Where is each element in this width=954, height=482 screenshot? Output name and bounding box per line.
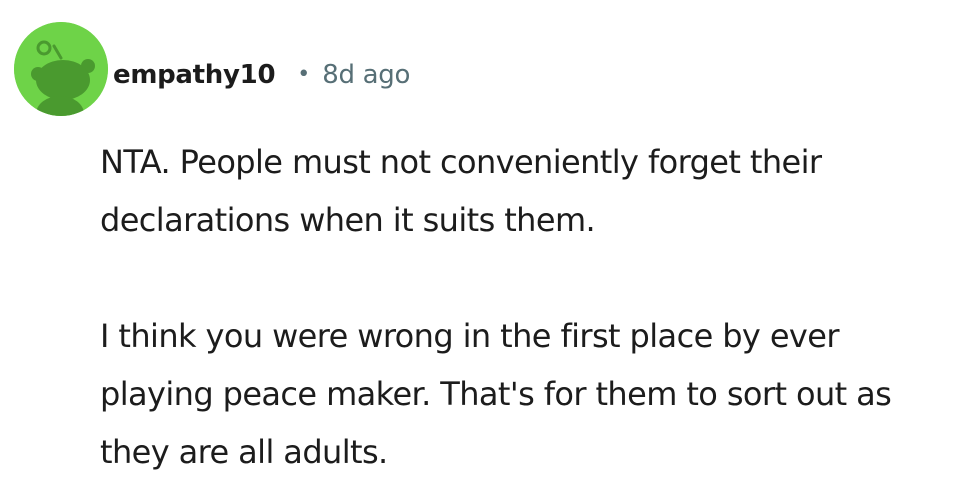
comment: empathy10 • 8d ago NTA. People must not …	[0, 0, 954, 482]
comment-paragraph-1: NTA. People must not conveniently forget…	[100, 143, 822, 239]
snoo-avatar-icon[interactable]	[14, 22, 108, 116]
comment-header: empathy10 • 8d ago	[113, 55, 410, 95]
snoo-avatar-graphic	[14, 22, 108, 116]
author-username[interactable]: empathy10	[113, 60, 276, 90]
separator-dot: •	[297, 62, 311, 87]
timestamp[interactable]: 8d ago	[322, 60, 410, 90]
comment-paragraph-2: I think you were wrong in the first plac…	[100, 317, 892, 471]
comment-body: NTA. People must not conveniently forget…	[100, 133, 940, 481]
